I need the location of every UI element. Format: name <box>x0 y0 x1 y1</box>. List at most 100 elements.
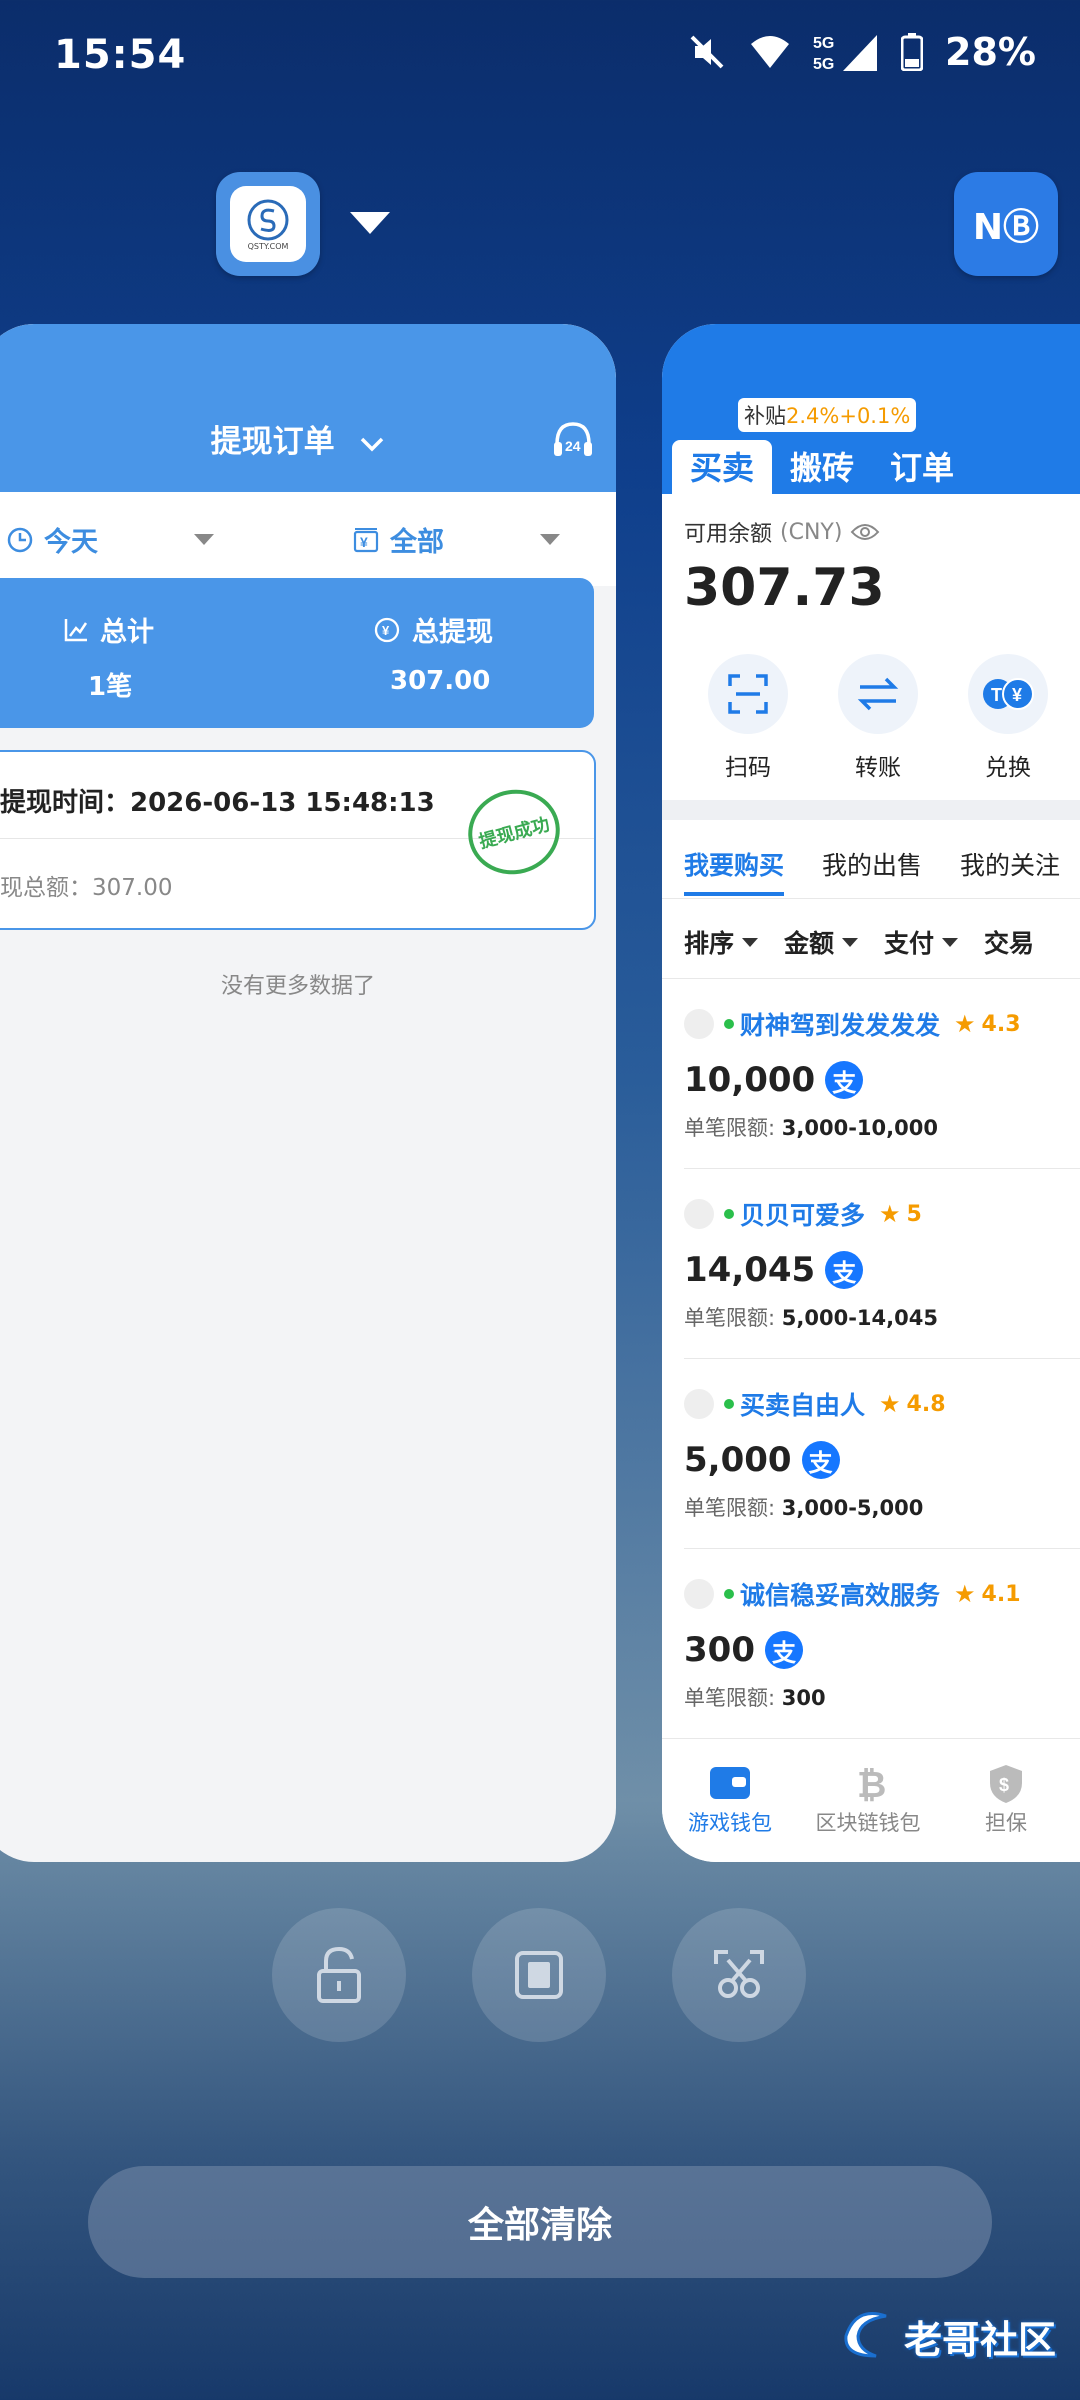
status-bar: 15:54 5G 5G 28% <box>0 0 1080 116</box>
alipay-icon: 支 <box>825 1061 864 1099</box>
svg-text:¥: ¥ <box>382 623 390 638</box>
offer-limit: 300 <box>781 1686 826 1710</box>
withdraw-record[interactable]: 提现时间：2026-06-13 15:48:13 现总额：307.00 提现成功 <box>0 750 596 930</box>
chevron-down-icon[interactable] <box>359 426 385 462</box>
app-menu-caret-icon[interactable] <box>350 212 390 234</box>
wifi-icon <box>751 36 790 68</box>
sort-filter[interactable]: 排序 <box>684 924 759 960</box>
signal-icon: 5G5G <box>813 35 878 73</box>
tab-trade[interactable]: 买卖 <box>672 440 773 496</box>
right-app-icon-text: NⒷ <box>972 207 1040 248</box>
chart-icon <box>64 618 88 641</box>
online-dot <box>724 1589 734 1599</box>
alipay-icon: 支 <box>801 1441 840 1479</box>
list-item[interactable]: 财神驾到发发发发 ★ 4.3 10,000 支 单笔限额: 3,000-10,000 <box>684 1006 1080 1142</box>
offer-limit: 3,000-5,000 <box>781 1496 924 1520</box>
date-filter-label: 今天 <box>44 527 98 558</box>
caret-down-icon <box>842 937 859 947</box>
star-icon: ★ <box>879 1200 901 1228</box>
nav-blockchain-wallet[interactable]: ₿ 区块链钱包 <box>798 1763 938 1837</box>
left-app-card[interactable]: 提现订单 24 今天 ¥ 全部 总计 1笔 ¥ 总提现 307.00 提现时间：… <box>0 324 616 1862</box>
tab-arbitrage[interactable]: 搬砖 <box>772 440 872 496</box>
split-screen-button[interactable] <box>472 1908 606 2042</box>
bitcoin-icon: ₿ <box>857 1764 886 1803</box>
type-filter-label: 全部 <box>390 527 444 558</box>
sub-tabs: 我要购买 我的出售 我的关注 <box>684 846 1060 896</box>
main-tabs: 买卖 搬砖 订单 <box>672 440 972 496</box>
nav-guarantee[interactable]: $ 担保 <box>936 1763 1076 1837</box>
status-time: 15:54 <box>54 32 187 78</box>
avatar <box>684 1579 714 1609</box>
seller-rating: 4.3 <box>981 1011 1021 1037</box>
tab-buy[interactable]: 我要购买 <box>684 846 785 896</box>
tab-sell[interactable]: 我的出售 <box>822 846 922 896</box>
withdraw-value: 307.00 <box>390 666 491 696</box>
screenshot-button[interactable] <box>672 1908 806 2042</box>
payment-filter[interactable]: 支付 <box>884 924 959 960</box>
exchange-button[interactable]: T ¥ 兑换 <box>968 654 1048 782</box>
type-filter[interactable]: ¥ 全部 <box>352 520 560 559</box>
total-value: 1笔 <box>88 672 133 702</box>
left-card-header: 提现订单 24 <box>0 324 616 492</box>
nav-game-wallet[interactable]: 游戏钱包 <box>662 1763 800 1837</box>
seller-rating: 4.1 <box>981 1581 1021 1607</box>
avatar <box>684 1389 714 1419</box>
scissors-icon <box>714 1950 764 1998</box>
star-icon: ★ <box>954 1010 976 1038</box>
offer-limit: 3,000-10,000 <box>781 1116 938 1140</box>
list-item[interactable]: 买卖自由人 ★ 4.8 5,000 支 单笔限额: 3,000-5,000 <box>684 1386 1080 1522</box>
svg-text:¥: ¥ <box>1012 685 1022 705</box>
trade-filter[interactable]: 交易 <box>984 924 1034 960</box>
bottom-nav: 游戏钱包 ₿ 区块链钱包 $ 担保 <box>662 1738 1080 1862</box>
list-item[interactable]: 诚信稳妥高效服务 ★ 4.1 300 支 单笔限额: 300 <box>684 1576 1080 1712</box>
right-app-icon[interactable]: NⒷ <box>954 172 1058 276</box>
online-dot <box>724 1209 734 1219</box>
clock-icon <box>7 527 33 552</box>
svg-text:₿: ₿ <box>857 1764 886 1803</box>
total-label: 总计 <box>100 617 154 648</box>
balance-value: 307.73 <box>684 558 885 618</box>
customer-service-icon[interactable]: 24 <box>550 418 596 464</box>
withdraw-icon: ¥ <box>374 617 400 642</box>
caret-down-icon <box>540 534 560 545</box>
svg-text:T: T <box>991 685 1002 705</box>
offer-amount: 5,000 <box>684 1440 792 1480</box>
seller-rating: 5 <box>906 1201 922 1227</box>
seller-name: 买卖自由人 <box>740 1391 866 1420</box>
watermark-text: 老哥社区 <box>904 2317 1057 2362</box>
app-logo-text: QSTY.COM <box>247 241 289 251</box>
balance-label: 可用余额 (CNY) <box>684 516 880 548</box>
wallet-icon <box>710 1767 750 1799</box>
seller-name: 贝贝可爱多 <box>740 1201 866 1230</box>
caret-down-icon <box>194 534 214 545</box>
svg-text:$: $ <box>999 1775 1009 1795</box>
offer-amount: 14,045 <box>684 1250 816 1290</box>
online-dot <box>724 1019 734 1029</box>
page-title: 提现订单 <box>210 424 335 460</box>
right-app-card[interactable]: 补贴2.4%+0.1% 买卖 搬砖 订单 可用余额 (CNY) 307.73 扫… <box>662 324 1080 1862</box>
shield-icon: $ <box>990 1765 1022 1803</box>
tab-orders[interactable]: 订单 <box>872 440 972 496</box>
date-filter[interactable]: 今天 <box>6 520 214 559</box>
scan-icon <box>728 674 768 714</box>
list-item[interactable]: 贝贝可爱多 ★ 5 14,045 支 单笔限额: 5,000-14,045 <box>684 1196 1080 1332</box>
eye-icon[interactable] <box>850 522 880 542</box>
record-amount: 现总额：307.00 <box>0 875 173 901</box>
clear-all-button[interactable]: 全部清除 <box>88 2166 992 2278</box>
unlock-icon <box>317 1946 361 2003</box>
svg-text:5G: 5G <box>813 56 834 73</box>
transfer-icon <box>857 677 899 711</box>
offer-amount: 300 <box>684 1630 755 1670</box>
tab-following[interactable]: 我的关注 <box>960 846 1060 896</box>
battery-level: 28% <box>945 30 1036 74</box>
summary-panel: 总计 1笔 ¥ 总提现 307.00 <box>0 578 594 728</box>
withdraw-label: 总提现 <box>412 617 493 648</box>
amount-filter[interactable]: 金额 <box>784 924 859 960</box>
scan-button[interactable]: 扫码 <box>708 654 788 782</box>
transfer-button[interactable]: 转账 <box>838 654 918 782</box>
left-app-icon[interactable]: QSTY.COM <box>216 172 320 276</box>
success-stamp: 提现成功 <box>458 779 570 885</box>
lock-app-button[interactable] <box>272 1908 406 2042</box>
star-icon: ★ <box>954 1580 976 1608</box>
svg-text:¥: ¥ <box>360 534 368 550</box>
